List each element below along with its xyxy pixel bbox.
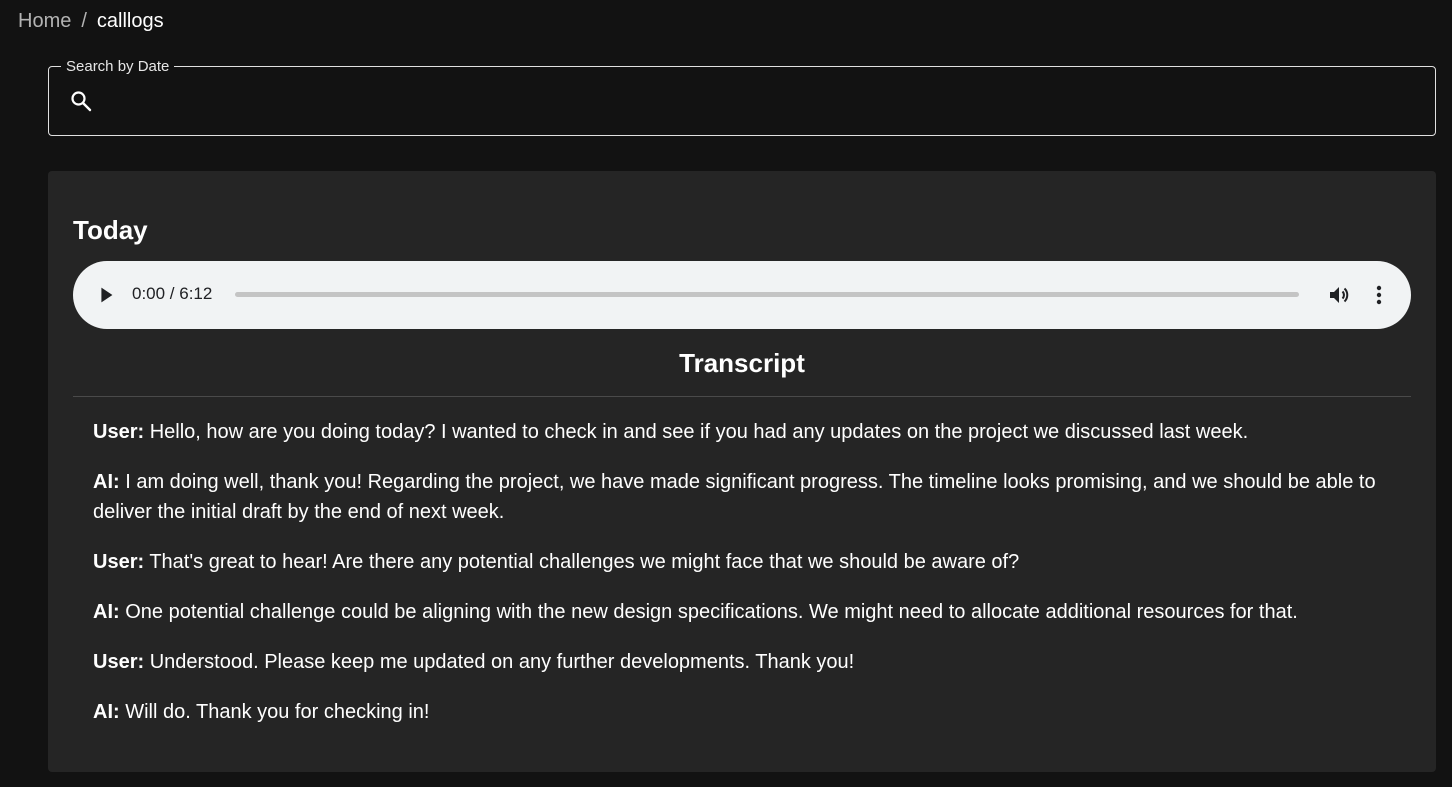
divider [73, 396, 1411, 397]
breadcrumb-current: calllogs [96, 10, 164, 32]
message-text: I am doing well, thank you! Regarding th… [93, 471, 1376, 523]
transcript-line: AI: Will do. Thank you for checking in! [93, 697, 1393, 727]
breadcrumb-home-link[interactable]: Home [18, 9, 71, 33]
transcript-line: AI: One potential challenge could be ali… [93, 597, 1393, 627]
volume-icon[interactable] [1327, 283, 1351, 307]
date-group-title: Today [73, 215, 148, 245]
progress-slider[interactable] [235, 292, 1299, 297]
search-icon [71, 91, 92, 112]
more-vertical-icon[interactable] [1367, 283, 1391, 307]
transcript-heading: Transcript [679, 348, 805, 378]
search-label: Search by Date [61, 58, 175, 75]
audio-player[interactable]: 0:00 / 6:12 [73, 261, 1411, 329]
search-by-date-field[interactable]: Search by Date [48, 58, 1436, 136]
speaker-label: AI: [93, 701, 120, 723]
speaker-label: User: [93, 421, 145, 443]
transcript-line: User: Hello, how are you doing today? I … [93, 417, 1393, 447]
transcript: User: Hello, how are you doing today? I … [93, 417, 1393, 747]
play-icon[interactable] [95, 284, 117, 306]
breadcrumb: Home / calllogs [18, 9, 164, 33]
speaker-label: AI: [93, 471, 120, 493]
time-display: 0:00 / 6:12 [132, 284, 213, 303]
message-text: Will do. Thank you for checking in! [119, 701, 430, 723]
transcript-line: User: Understood. Please keep me updated… [93, 647, 1393, 677]
transcript-line: User: That's great to hear! Are there an… [93, 547, 1393, 577]
message-text: One potential challenge could be alignin… [119, 601, 1298, 623]
transcript-line: AI: I am doing well, thank you! Regardin… [93, 467, 1393, 527]
search-input[interactable] [107, 81, 1417, 121]
message-text: Hello, how are you doing today? I wanted… [144, 421, 1249, 443]
speaker-label: AI: [93, 601, 120, 623]
message-text: Understood. Please keep me updated on an… [144, 651, 855, 673]
message-text: That's great to hear! Are there any pote… [144, 551, 1020, 573]
speaker-label: User: [93, 651, 145, 673]
breadcrumb-separator: / [81, 10, 87, 32]
speaker-label: User: [93, 551, 145, 573]
call-log-card: Today 0:00 / 6:12 Transcript User: Hello… [48, 171, 1436, 772]
